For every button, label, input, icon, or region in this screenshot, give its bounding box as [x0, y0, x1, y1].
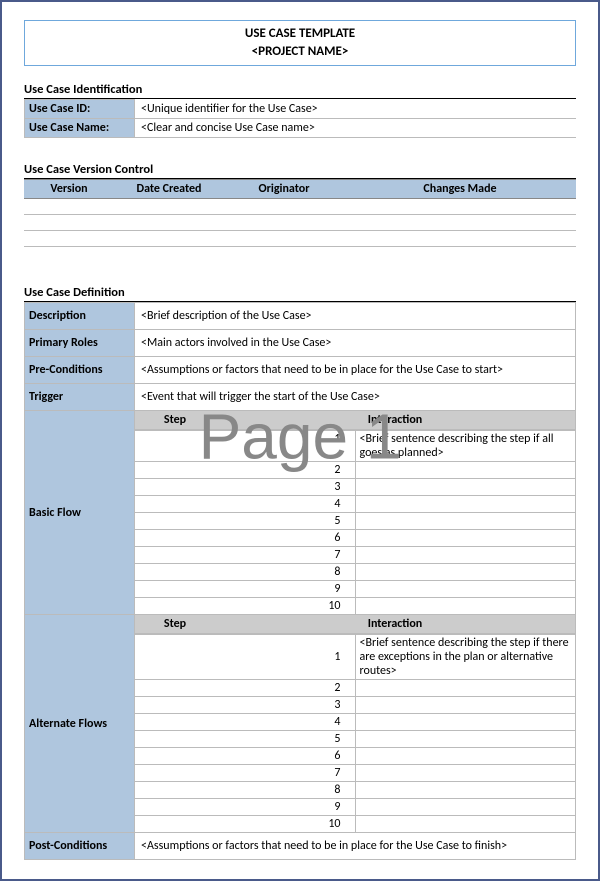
af-step-text — [355, 782, 576, 799]
definition-table: Description <Brief description of the Us… — [24, 302, 576, 860]
af-step-text: <Brief sentence describing the step if t… — [355, 635, 576, 680]
af-step-text — [355, 680, 576, 697]
primary-roles-label: Primary Roles — [25, 330, 135, 357]
usecase-name-label: Use Case Name: — [25, 119, 135, 138]
identification-table: Use Case ID: <Unique identifier for the … — [24, 99, 576, 138]
page: USE CASE TEMPLATE <PROJECT NAME> Use Cas… — [2, 2, 598, 870]
alt-flow-col-interaction: Interaction — [215, 615, 575, 634]
af-step-n: 6 — [135, 748, 356, 765]
af-step-n: 2 — [135, 680, 356, 697]
preconditions-label: Pre-Conditions — [25, 357, 135, 384]
af-step-text — [355, 816, 576, 833]
vc-row — [24, 215, 576, 231]
basic-flow-col-step: Step — [135, 411, 215, 430]
af-step-n: 3 — [135, 697, 356, 714]
version-control-heading: Use Case Version Control — [24, 162, 576, 179]
af-step-text — [355, 765, 576, 782]
bf-step-n: 9 — [135, 581, 356, 598]
trigger-value: <Event that will trigger the start of th… — [135, 384, 576, 411]
title-box: USE CASE TEMPLATE <PROJECT NAME> — [24, 20, 576, 66]
bf-step-text — [355, 547, 576, 564]
bf-step-n: 6 — [135, 530, 356, 547]
vc-col-originator: Originator — [224, 180, 344, 199]
bf-step-text — [355, 462, 576, 479]
vc-col-version: Version — [24, 180, 114, 199]
primary-roles-value: <Main actors involved in the Use Case> — [135, 330, 576, 357]
preconditions-value: <Assumptions or factors that need to be … — [135, 357, 576, 384]
title-line1: USE CASE TEMPLATE — [25, 25, 575, 43]
bf-step-n: 2 — [135, 462, 356, 479]
af-step-n: 9 — [135, 799, 356, 816]
bf-step-text — [355, 530, 576, 547]
af-step-text — [355, 731, 576, 748]
bf-step-text — [355, 496, 576, 513]
alt-flow-col-step: Step — [135, 615, 215, 634]
trigger-label: Trigger — [25, 384, 135, 411]
af-step-text — [355, 714, 576, 731]
vc-col-changes: Changes Made — [344, 180, 576, 199]
description-value: <Brief description of the Use Case> — [135, 303, 576, 330]
af-step-n: 5 — [135, 731, 356, 748]
usecase-id-value: <Unique identifier for the Use Case> — [135, 100, 577, 119]
bf-step-n: 8 — [135, 564, 356, 581]
definition-heading: Use Case Definition — [24, 285, 576, 302]
bf-step-text — [355, 581, 576, 598]
bf-step-n: 4 — [135, 496, 356, 513]
identification-heading: Use Case Identification — [24, 82, 576, 99]
af-step-n: 1 — [135, 635, 356, 680]
basic-flow-label: Basic Flow — [25, 411, 135, 615]
alternate-flows-label: Alternate Flows — [25, 615, 135, 833]
description-label: Description — [25, 303, 135, 330]
postconditions-value: <Assumptions or factors that need to be … — [135, 833, 576, 860]
bf-step-text — [355, 598, 576, 615]
usecase-name-value: <Clear and concise Use Case name> — [135, 119, 577, 138]
basic-flow-col-interaction: Interaction — [215, 411, 575, 430]
vc-row — [24, 199, 576, 215]
bf-step-text — [355, 513, 576, 530]
bf-step-n: 1 — [135, 431, 356, 462]
vc-row — [24, 231, 576, 247]
version-control-table: Version Date Created Originator Changes … — [24, 179, 576, 247]
af-step-text — [355, 748, 576, 765]
bf-step-text: <Brief sentence describing the step if a… — [355, 431, 576, 462]
title-line2: <PROJECT NAME> — [25, 43, 575, 61]
bf-step-n: 10 — [135, 598, 356, 615]
bf-step-n: 7 — [135, 547, 356, 564]
af-step-text — [355, 697, 576, 714]
af-step-n: 4 — [135, 714, 356, 731]
bf-step-text — [355, 564, 576, 581]
bf-step-n: 5 — [135, 513, 356, 530]
af-step-n: 7 — [135, 765, 356, 782]
bf-step-n: 3 — [135, 479, 356, 496]
vc-col-date: Date Created — [114, 180, 224, 199]
postconditions-label: Post-Conditions — [25, 833, 135, 860]
usecase-id-label: Use Case ID: — [25, 100, 135, 119]
bf-step-text — [355, 479, 576, 496]
af-step-n: 10 — [135, 816, 356, 833]
af-step-text — [355, 799, 576, 816]
af-step-n: 8 — [135, 782, 356, 799]
